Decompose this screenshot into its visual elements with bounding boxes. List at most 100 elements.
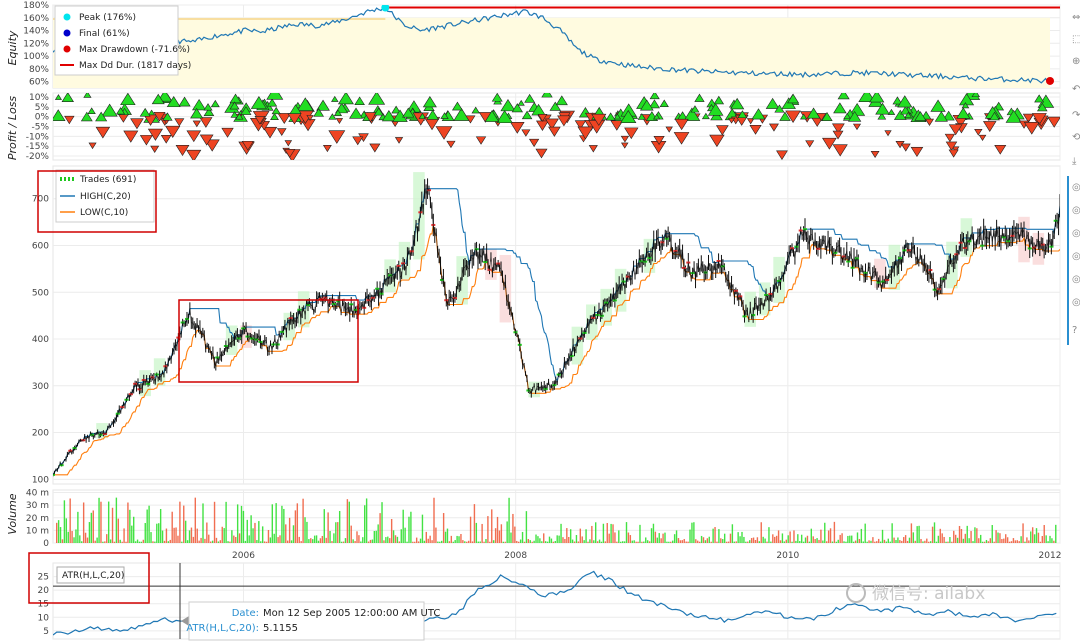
volume-bar [281,505,283,543]
volume-bar [385,537,387,543]
volume-bar [723,533,726,543]
backtest-chart: 60%80%100%120%140%160%180%-20%-15%-10%-5… [6,1,1080,641]
loss-trade-marker [749,124,762,135]
volume-bar [985,539,988,543]
volume-bar [88,522,91,543]
volume-bar [429,535,431,543]
loss-trade-marker [64,115,75,125]
wheel-zoom-icon[interactable]: ⊕ [1072,56,1080,67]
undo-icon[interactable]: ↶ [1072,84,1080,95]
drawdown-legend-marker [63,45,71,53]
volume-bar [718,529,720,543]
volume-bar [922,541,924,543]
loss-trade-marker [335,118,344,124]
volume-bar [858,538,861,543]
volume-bar [258,521,260,543]
volume-bar [737,532,739,543]
loss-trade-marker [435,126,453,140]
volume-bar [814,539,816,543]
volume-bar [296,503,299,543]
range-highlight-box [178,299,359,383]
volume-bar [770,541,772,543]
volume-bar [1047,541,1049,543]
volume-bar [190,527,193,543]
volume-bar [866,541,868,543]
hover-tool-icon-3[interactable]: ◎ [1072,228,1080,239]
volume-bar [714,527,716,543]
loss-trade-marker [674,118,689,131]
volume-bar [304,517,306,543]
volume-bar [1053,540,1055,543]
volume-bar [71,531,73,543]
volume-bar [543,533,545,543]
volume-bar [129,509,131,543]
volume-bar [689,529,691,543]
volume-bar [211,540,214,543]
hover-tool-icon-4[interactable]: ◎ [1072,251,1080,262]
volume-bar [829,528,832,543]
hover-tool-icon-2[interactable]: ◎ [1072,205,1080,216]
volume-bar [531,541,533,543]
volume-bar [581,536,583,543]
atr-y-tick-label: 25 [38,573,49,583]
volume-bar [238,533,241,543]
volume-bar [161,530,164,543]
volume-bar [1006,537,1009,543]
pan-tool-icon[interactable]: ⇔ [1072,12,1080,23]
volume-bar [402,509,404,543]
volume-bar [800,534,803,543]
hover-tool-icon-5[interactable]: ◎ [1072,274,1080,285]
x-tick-label: 2012 [1039,551,1062,561]
loss-trade-marker [130,118,144,130]
volume-bar [127,502,129,543]
volume-bar [340,541,343,543]
volume-bar [313,535,316,543]
help-icon[interactable]: ? [1072,325,1077,336]
hover-tool-icon-1[interactable]: ◎ [1072,182,1080,193]
volume-bar [949,537,951,543]
volume-bar [106,534,108,543]
volume-bar [111,507,114,543]
volume-bar [916,526,918,543]
volume-bar [427,538,429,543]
save-icon[interactable]: ⤓ [1072,156,1077,167]
volume-bar [827,530,830,543]
profit-trade-marker [524,93,536,103]
volume-bar [791,541,793,543]
profit-trade-marker [422,96,437,108]
reset-icon[interactable]: ⟲ [1072,132,1080,143]
box-zoom-icon[interactable]: ⬚ [1072,34,1080,45]
volume-bar [891,523,893,543]
volume-bar [358,535,360,543]
volume-bar [458,536,460,543]
price-layer [53,172,1060,477]
volume-bar [556,535,558,543]
volume-bar [637,541,639,543]
volume-bar [346,499,349,543]
volume-bar [904,535,907,543]
volume-bar [487,516,489,543]
volume-bar [610,523,612,543]
volume-bar [115,497,118,543]
legend-trades: Trades (691) [79,175,136,185]
volume-bar [951,541,953,543]
volume-bar [248,535,250,543]
volume-bar [573,541,576,543]
volume-bar [839,534,841,543]
volume-bar [194,497,196,543]
volume-bar [683,539,685,543]
volume-bar [933,522,936,543]
volume-bar [712,528,714,543]
volume-bar [350,525,352,543]
volume-bar [265,541,268,543]
redo-icon[interactable]: ↷ [1072,110,1080,121]
volume-bar [743,536,745,543]
volume-bar [621,541,624,543]
loss-trade-marker [118,114,129,123]
volume-bar [685,541,687,543]
price-y-tick-label: 100 [32,475,49,485]
hover-tool-icon-6[interactable]: ◎ [1072,297,1080,308]
volume-bar [901,540,903,543]
loss-trade-marker [832,130,844,140]
loss-trade-marker [665,126,673,133]
